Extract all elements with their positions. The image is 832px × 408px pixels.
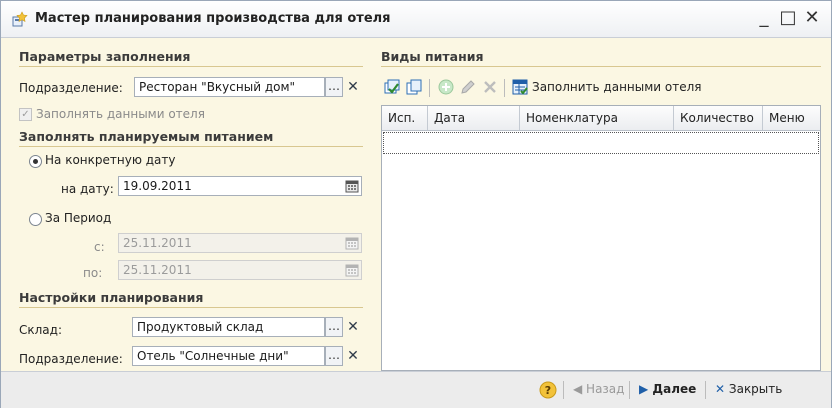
footer-separator-3 [705,381,706,399]
date-field[interactable]: 19.09.2011 [118,176,362,196]
delete-icon[interactable] [481,78,499,96]
planned-meals-title: Заполнять планируемым питанием [19,129,363,147]
close-label: Закрыть [728,382,783,396]
meal-types-title: Виды питания [381,49,821,67]
settings-division-select-button[interactable]: … [325,346,343,366]
from-label: с: [94,240,105,254]
to-calendar-icon[interactable] [345,263,359,277]
toolbar-separator [429,79,430,97]
copy-icon[interactable] [405,78,423,96]
col-menu[interactable]: Меню [763,106,820,130]
from-calendar-icon[interactable] [345,236,359,250]
warehouse-field[interactable]: Продуктовый склад [132,317,325,337]
col-nomenclature[interactable]: Номенклатура [520,106,674,130]
on-date-label: На конкретную дату [45,153,176,167]
maximize-button[interactable]: □ [777,7,799,29]
warehouse-label: Склад: [19,323,62,337]
settings-division-field[interactable]: Отель "Солнечные дни" [132,346,325,366]
fill-params-title: Параметры заполнения [19,49,363,67]
date-label: на дату: [61,182,114,196]
on-date-radio[interactable] [29,155,42,168]
title-bar: Мастер планирования производства для оте… [1,1,831,38]
edit-pencil-icon[interactable] [459,78,477,96]
wizard-icon [12,11,28,27]
fill-hotel-button[interactable]: Заполнить данными отеля [532,80,702,94]
calendar-icon[interactable] [345,179,359,193]
svg-text:?: ? [545,384,551,397]
col-use[interactable]: Исп. [382,106,428,130]
period-label: За Период [45,211,112,225]
window-title: Мастер планирования производства для оте… [35,11,391,26]
fill-hotel-label: Заполнять данными отеля [36,107,205,121]
to-label: по: [83,266,103,280]
table-row[interactable] [383,132,819,154]
settings-division-clear-button[interactable]: ✕ [344,346,362,366]
settings-division-label: Подразделение: [19,352,123,366]
back-label: Назад [586,382,625,396]
division-select-button[interactable]: … [325,77,343,97]
col-quantity[interactable]: Количество [674,106,763,130]
meal-types-table[interactable]: Исп. Дата Номенклатура Количество Меню [381,105,821,371]
col-date[interactable]: Дата [428,106,520,130]
next-label: Далее [652,382,697,396]
footer-separator-1 [563,381,564,399]
period-radio[interactable] [29,213,42,226]
table-header: Исп. Дата Номенклатура Количество Меню [382,106,820,131]
fill-hotel-icon[interactable] [511,78,529,96]
footer-bar: ? ◀ Назад ▶ Далее ✕ Закрыть [1,371,831,408]
division-label: Подразделение: [19,81,123,95]
wizard-window: Мастер планирования производства для оте… [0,0,832,408]
add-circle-icon[interactable] [437,78,455,96]
close-window-button[interactable]: ✕ [801,7,823,29]
add-green-icon[interactable] [383,78,401,96]
division-clear-button[interactable]: ✕ [344,77,362,97]
division-field[interactable]: Ресторан "Вкусный дом" [134,77,325,97]
close-button[interactable]: ✕ Закрыть [715,382,782,396]
minimize-button[interactable]: _ [753,7,775,29]
to-date-field[interactable]: 25.11.2011 [118,260,362,280]
footer-separator-2 [629,381,630,399]
fill-hotel-checkbox[interactable]: ✓ [19,108,32,121]
warehouse-clear-button[interactable]: ✕ [344,317,362,337]
warehouse-select-button[interactable]: … [325,317,343,337]
back-button[interactable]: ◀ Назад [573,382,624,396]
from-date-field[interactable]: 25.11.2011 [118,233,362,253]
help-icon[interactable]: ? [539,381,557,399]
toolbar-separator-2 [504,79,505,97]
next-button[interactable]: ▶ Далее [639,382,696,396]
plan-settings-title: Настройки планирования [19,290,363,308]
